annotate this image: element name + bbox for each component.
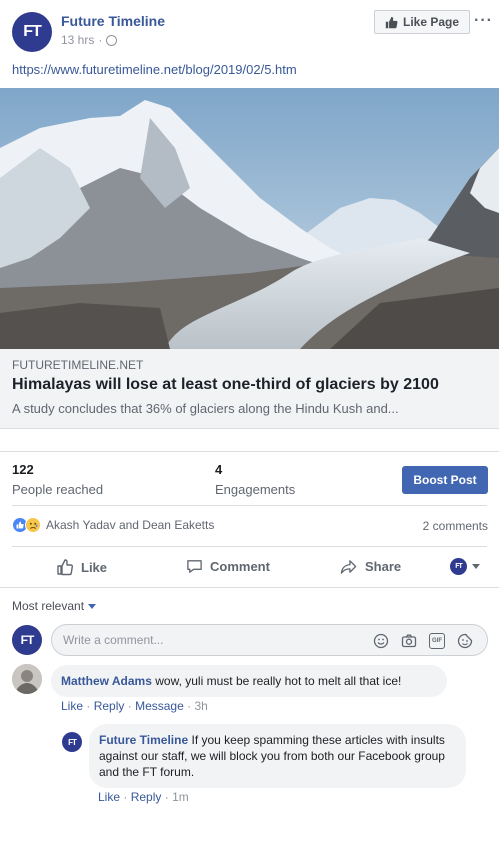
globe-icon: [106, 34, 118, 46]
dot-separator: ·: [123, 790, 128, 804]
like-page-button[interactable]: Like Page: [374, 10, 470, 34]
comment-author[interactable]: Matthew Adams: [61, 674, 152, 688]
more-options-icon[interactable]: ···: [474, 12, 493, 30]
comment-bubble: Matthew Adams wow, yuli must be really h…: [51, 665, 447, 697]
chevron-down-icon: [88, 603, 97, 609]
divider: [0, 587, 499, 588]
matthew-adams-avatar[interactable]: [12, 664, 42, 694]
page-name[interactable]: Future Timeline: [61, 13, 165, 29]
comment-input-wrapper[interactable]: GIF: [51, 624, 488, 656]
post-meta: 13 hrs ·: [61, 33, 118, 47]
post-link[interactable]: https://www.futuretimeline.net/blog/2019…: [12, 62, 297, 77]
comment-time[interactable]: 3h: [194, 699, 207, 713]
thumbs-up-icon: [385, 16, 398, 28]
reply-bubble: Future Timeline If you keep spamming the…: [89, 724, 466, 788]
engagements-label: Engagements: [215, 482, 296, 497]
ft-avatar-icon: FT: [450, 558, 467, 575]
people-reached-value: 122: [12, 462, 34, 477]
gif-label: GIF: [432, 638, 442, 644]
comment-bubble-icon: [187, 560, 202, 573]
chevron-down-icon: [472, 564, 480, 569]
profile-photo-icon: [12, 664, 42, 694]
glacier-image: [0, 88, 499, 349]
reply-author[interactable]: Future Timeline: [99, 733, 188, 747]
comment-like-link[interactable]: Like: [61, 699, 83, 713]
link-domain: FUTURETIMELINE.NET: [12, 358, 144, 372]
comment-sort-dropdown[interactable]: Most relevant: [12, 599, 97, 613]
reactor-names[interactable]: Akash Yadav and Dean Eaketts: [46, 518, 214, 532]
page-avatar[interactable]: FT: [12, 12, 52, 52]
link-headline[interactable]: Himalayas will lose at least one-third o…: [12, 376, 439, 394]
share-arrow-icon: [340, 560, 357, 574]
camera-icon[interactable]: [401, 633, 417, 649]
reply-like-link[interactable]: Like: [98, 790, 120, 804]
reply-avatar[interactable]: FT: [62, 732, 82, 752]
like-page-label: Like Page: [402, 15, 460, 29]
comment-text: wow, yuli must be really hot to melt all…: [155, 674, 402, 688]
comment-reply-link[interactable]: Reply: [94, 699, 125, 713]
divider: [12, 546, 487, 547]
commenter-avatar-text: FT: [20, 633, 35, 647]
reply-avatar-text: FT: [68, 737, 77, 747]
comment-sort-label: Most relevant: [12, 599, 85, 613]
page-avatar-text: FT: [23, 23, 42, 40]
share-action-label: Share: [365, 559, 402, 574]
sticker-icon[interactable]: [457, 633, 473, 649]
comment-action-button[interactable]: Comment: [186, 558, 270, 575]
link-description: A study concludes that 36% of glaciers a…: [12, 401, 399, 416]
boost-post-button[interactable]: Boost Post: [402, 466, 488, 494]
dot-separator: ·: [164, 790, 169, 804]
dot-separator: ·: [127, 699, 132, 713]
comment-action-label: Comment: [210, 559, 270, 574]
comment-actions: Like · Reply · Message · 3h: [61, 699, 208, 713]
people-reached-label: People reached: [12, 482, 104, 497]
post-time[interactable]: 13 hrs: [61, 33, 94, 47]
like-action-label: Like: [81, 559, 108, 575]
article-image[interactable]: [0, 88, 499, 349]
dot-separator: ·: [187, 699, 192, 713]
sad-reaction-icon: [25, 517, 41, 533]
divider: [12, 505, 487, 506]
post-as-selector[interactable]: FT: [450, 558, 480, 575]
engagements-value: 4: [215, 462, 223, 477]
reply-reply-link[interactable]: Reply: [131, 790, 162, 804]
like-action-button[interactable]: Like: [56, 558, 107, 576]
comment-message-link[interactable]: Message: [135, 699, 184, 713]
reactions-summary[interactable]: Akash Yadav and Dean Eaketts: [12, 517, 214, 533]
ft-avatar-text: FT: [455, 563, 463, 570]
dot-separator: ·: [86, 699, 91, 713]
meta-separator: ·: [98, 33, 103, 47]
gif-icon[interactable]: GIF: [429, 633, 445, 649]
thumbs-up-outline-icon: [57, 559, 74, 576]
comments-count[interactable]: 2 comments: [423, 519, 488, 533]
stats-divider: [0, 451, 499, 452]
reply-time[interactable]: 1m: [172, 790, 189, 804]
emoji-icon[interactable]: [373, 633, 389, 649]
reply-actions: Like · Reply · 1m: [98, 790, 189, 804]
commenter-avatar: FT: [12, 625, 42, 655]
share-action-button[interactable]: Share: [340, 558, 401, 575]
comment-input[interactable]: [63, 633, 363, 647]
